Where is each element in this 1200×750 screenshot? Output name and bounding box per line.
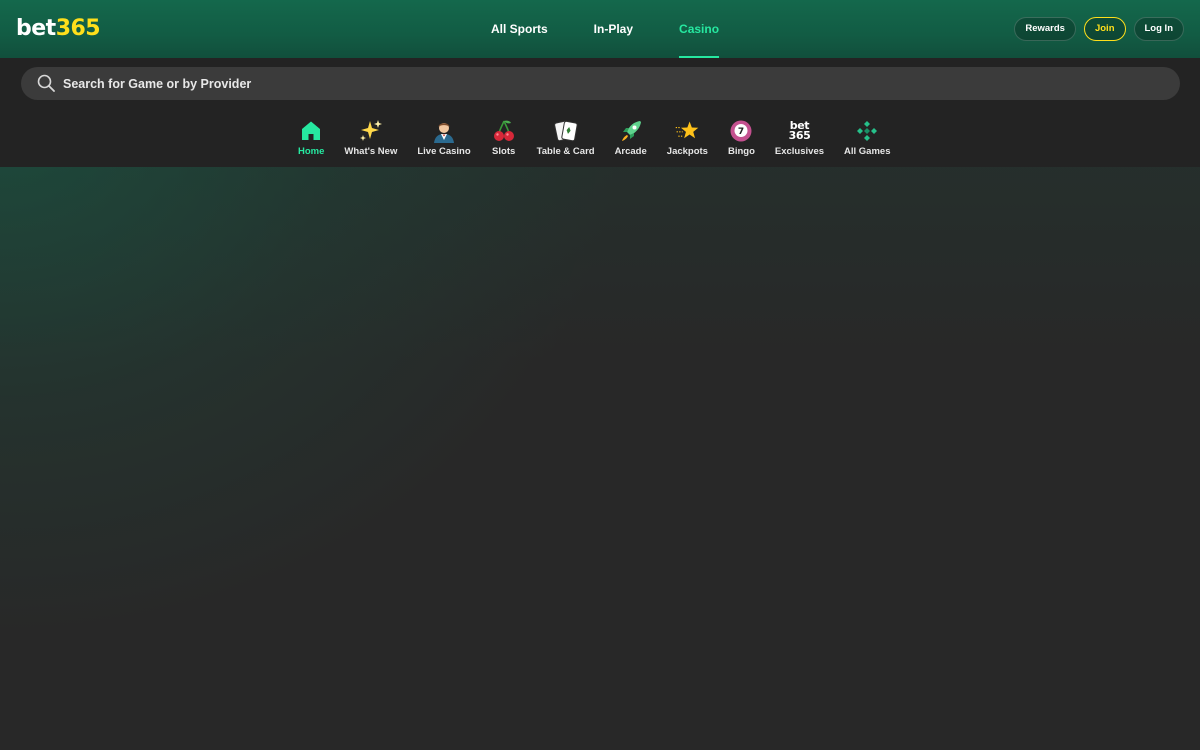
tab-casino[interactable]: Casino [656,0,742,58]
category-whats-new[interactable]: What's New [334,118,407,162]
top-header: bet365 All Sports In-Play Casino Rewards… [0,0,1200,58]
logo-text-365: 365 [55,16,101,41]
cherries-icon [491,118,517,144]
diamonds-grid-icon [854,118,880,144]
category-slots[interactable]: Slots [481,118,527,162]
category-jackpots[interactable]: Jackpots [657,118,718,162]
rewards-button[interactable]: Rewards [1014,17,1076,41]
tab-in-play[interactable]: In-Play [571,0,656,58]
category-label: All Games [844,146,891,157]
bet365-icon: bet 365 [786,118,812,144]
dealer-icon [431,118,457,144]
home-icon [298,118,324,144]
star-icon [674,118,700,144]
search-input[interactable] [61,67,1161,100]
category-label: Arcade [614,146,647,157]
category-label: Slots [492,146,516,157]
join-button[interactable]: Join [1083,17,1126,41]
category-table-card[interactable]: Table & Card [527,118,605,162]
category-nav: Home What's New Live Casino Slots Table … [288,118,900,162]
account-buttons: Rewards Join Log In [1014,17,1184,41]
category-label: Live Casino [417,146,471,157]
bingo-ball-icon: 7 [728,118,754,144]
category-label: Bingo [727,146,755,157]
casino-subnav: Home What's New [0,58,1200,167]
cards-icon [553,118,579,144]
search-bar[interactable] [21,67,1180,100]
bet365-logo[interactable]: bet365 [16,14,101,44]
logo-text-bet: bet [16,16,56,41]
bet365-mark: bet 365 [788,120,811,142]
category-bingo[interactable]: 7 Bingo [718,118,765,162]
category-label: Jackpots [666,146,708,157]
category-label: What's New [344,146,398,157]
category-arcade[interactable]: Arcade [605,118,657,162]
category-all-games[interactable]: All Games [834,118,900,162]
main-nav: All Sports In-Play Casino [468,0,742,58]
category-label: Table & Card [536,146,595,157]
rocket-icon [618,118,644,144]
bet365-mark-bottom: 365 [788,129,811,142]
category-label: Exclusives [774,146,825,157]
category-exclusives[interactable]: bet 365 Exclusives [765,118,834,162]
login-button[interactable]: Log In [1133,17,1184,41]
category-live-casino[interactable]: Live Casino [407,118,480,162]
search-icon [37,74,55,92]
category-home[interactable]: Home [288,118,334,162]
sparkles-icon [358,118,384,144]
category-label: Home [298,146,325,157]
bingo-ball-number: 7 [738,127,744,137]
tab-all-sports[interactable]: All Sports [468,0,571,58]
